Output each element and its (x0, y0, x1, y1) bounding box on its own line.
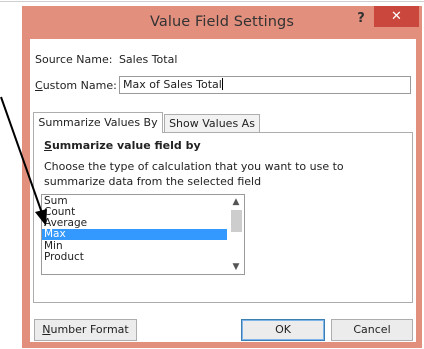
title-bar[interactable]: Value Field Settings ? ✕ (22, 6, 422, 38)
custom-name-input[interactable]: Max of Sales Total (119, 76, 411, 94)
scroll-up-icon[interactable]: ▲ (228, 195, 244, 209)
scroll-down-icon[interactable]: ▼ (228, 260, 244, 274)
tab-label: Summarize Values By (38, 116, 158, 129)
tab-label: Show Values As (169, 117, 255, 130)
source-name-row: Source Name: Sales Total (35, 53, 177, 66)
custom-name-value: Max of Sales Total (123, 78, 222, 91)
cancel-button[interactable]: Cancel (331, 319, 413, 341)
summarize-heading: Summarize value field by (44, 139, 201, 152)
list-item[interactable]: Average (42, 218, 227, 229)
tab-summarize-values-by[interactable]: Summarize Values By (33, 112, 163, 133)
listbox-scrollbar[interactable]: ▲ ▼ (228, 195, 244, 274)
tab-show-values-as[interactable]: Show Values As (164, 114, 260, 132)
number-format-button[interactable]: Number Format (34, 319, 137, 341)
source-name-label: Source Name: (35, 53, 113, 66)
ok-button[interactable]: OK (241, 319, 325, 341)
value-field-settings-dialog: Value Field Settings ? ✕ Source Name: Sa… (22, 6, 422, 348)
close-icon: ✕ (391, 9, 402, 24)
source-name-value: Sales Total (118, 53, 178, 66)
list-item-selected[interactable]: Max (42, 229, 227, 240)
close-button[interactable]: ✕ (374, 6, 419, 27)
summarize-description: Choose the type of calculation that you … (44, 160, 344, 188)
custom-name-label: Custom Name: (35, 79, 117, 92)
list-item[interactable]: Product (42, 252, 227, 263)
summarize-panel: Summarize value field by Choose the type… (33, 132, 413, 303)
dialog-body: Source Name: Sales Total Custom Name: Ma… (30, 39, 416, 342)
calculation-listbox[interactable]: Sum Count Average Max Min Product ▲ ▼ (41, 194, 245, 275)
text-caret (221, 78, 223, 90)
help-icon[interactable]: ? (353, 10, 369, 28)
scroll-thumb[interactable] (231, 210, 242, 232)
background-sheet-line (0, 1, 424, 2)
